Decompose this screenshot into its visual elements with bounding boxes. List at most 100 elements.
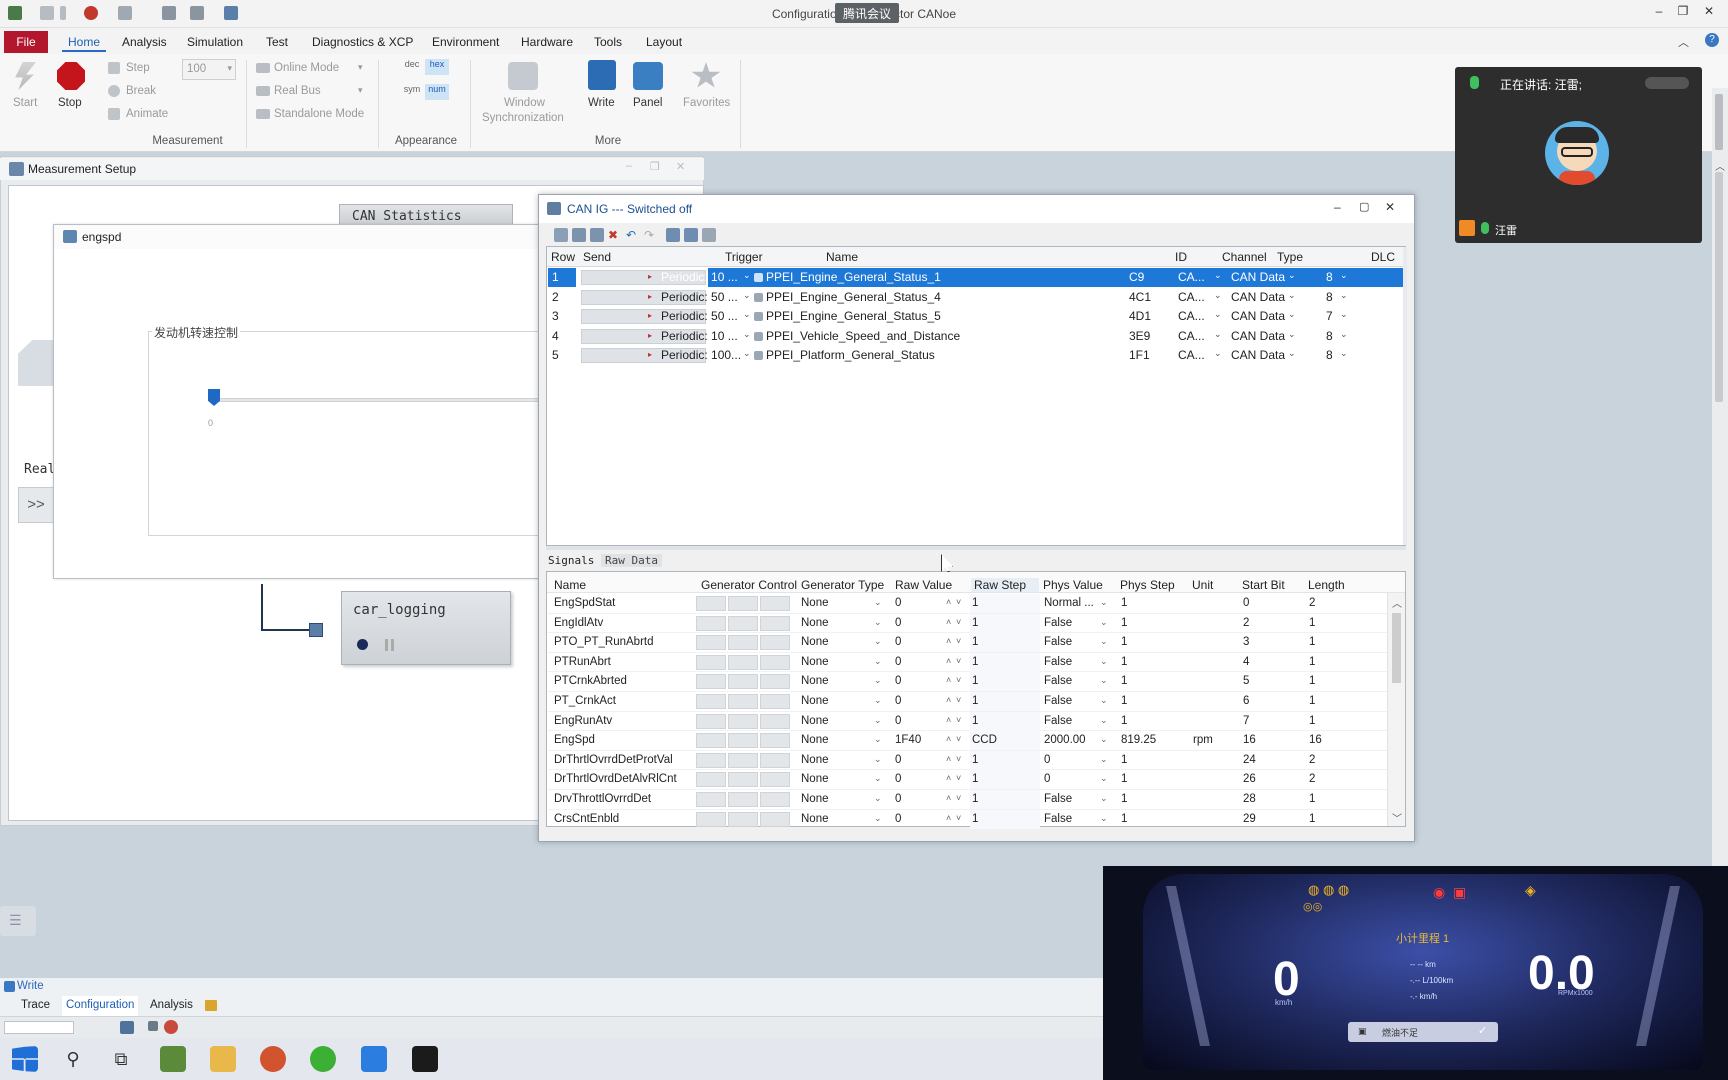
- signal-raw[interactable]: 0: [895, 793, 901, 805]
- signal-gen-type[interactable]: None: [801, 715, 829, 727]
- signal-raw-step[interactable]: 1: [972, 617, 978, 629]
- gen-config-button[interactable]: [760, 596, 790, 611]
- gen-stop-button[interactable]: [728, 654, 758, 670]
- gen-stop-button[interactable]: [728, 694, 758, 709]
- table-row[interactable]: ▸ 5 Periodic: 100... PPEI_Platform_General_…: [548, 346, 1404, 365]
- gen-play-button[interactable]: [696, 615, 726, 631]
- message-name[interactable]: PPEI_Platform_General_Status: [766, 348, 1096, 362]
- gen-stop-button[interactable]: [728, 615, 758, 631]
- spin-down-icon[interactable]: ˅: [956, 715, 961, 725]
- tab-diagnostics[interactable]: Diagnostics & XCP: [312, 35, 413, 49]
- signal-phys-step[interactable]: 1: [1121, 813, 1127, 825]
- help-icon[interactable]: ?: [1705, 33, 1719, 47]
- spin-up-icon[interactable]: ˄: [946, 754, 951, 764]
- tencent-meeting-icon[interactable]: [361, 1046, 387, 1072]
- message-name[interactable]: PPEI_Engine_General_Status_4: [766, 290, 1096, 304]
- gen-play-button[interactable]: [696, 596, 726, 611]
- video-app-icon[interactable]: [412, 1046, 438, 1072]
- gen-play-button[interactable]: [696, 694, 726, 709]
- signal-row[interactable]: PTO_PT_RunAbrtd None 0 1 False 1 3 1 ⌄ ˄ ˅ ⌄: [548, 633, 1388, 653]
- window-sync-label-2[interactable]: Synchronization: [482, 112, 564, 124]
- message-type[interactable]: CAN Data: [1231, 348, 1307, 362]
- gen-play-button[interactable]: [696, 752, 726, 768]
- minimize-button[interactable]: –: [626, 160, 632, 172]
- chevron-down-icon[interactable]: ⌄: [874, 813, 882, 824]
- write-button[interactable]: Write: [588, 97, 615, 109]
- minimize-button[interactable]: –: [1334, 200, 1341, 214]
- gen-stop-button[interactable]: [728, 596, 758, 611]
- expand-button[interactable]: >>: [18, 487, 54, 523]
- message-trigger[interactable]: Periodic: 10 ...: [661, 329, 747, 343]
- online-mode-button[interactable]: Online Mode: [274, 62, 339, 74]
- pause-icon[interactable]: [385, 639, 388, 651]
- chevron-down-icon[interactable]: ⌄: [1100, 754, 1108, 765]
- spin-down-icon[interactable]: ˅: [956, 754, 961, 764]
- gen-play-button[interactable]: [696, 733, 726, 749]
- signal-raw[interactable]: 0: [895, 754, 901, 766]
- gen-config-button[interactable]: [760, 772, 790, 788]
- tab-raw-data[interactable]: Raw Data: [601, 554, 662, 567]
- signal-gen-type[interactable]: None: [801, 656, 829, 668]
- signal-phys[interactable]: Normal ...: [1044, 597, 1094, 609]
- chevron-down-icon[interactable]: ⌄: [874, 734, 882, 745]
- message-id[interactable]: 3E9: [1129, 329, 1169, 343]
- spin-down-icon[interactable]: ˅: [956, 675, 961, 685]
- signal-row[interactable]: DrThrtlOvrrdDetProtVal None 0 1 0 1 24 2 ⌄ ˄ ˅ ⌄: [548, 750, 1388, 771]
- spin-up-icon[interactable]: ˄: [946, 773, 951, 783]
- message-id[interactable]: C9: [1129, 270, 1169, 284]
- message-trigger[interactable]: Periodic: 50 ...: [661, 290, 747, 304]
- scroll-down-icon[interactable]: ﹀: [1392, 810, 1402, 825]
- chevron-down-icon[interactable]: ⌄: [1340, 290, 1348, 301]
- message-scrollbar[interactable]: [1403, 247, 1407, 545]
- spin-up-icon[interactable]: ˄: [946, 793, 951, 803]
- signal-raw[interactable]: 0: [895, 695, 901, 707]
- signal-raw[interactable]: 0: [895, 597, 901, 609]
- tab-signals[interactable]: Signals: [548, 554, 594, 567]
- signal-row[interactable]: EngSpdStat None 0 1 Normal ... 1 0 2 ⌄ ˄ ˅ ⌄: [548, 594, 1388, 614]
- signal-phys-step[interactable]: 1: [1121, 617, 1127, 629]
- num-toggle[interactable]: num: [425, 84, 449, 100]
- signal-raw-step[interactable]: 1: [972, 656, 978, 668]
- signal-gen-type[interactable]: None: [801, 695, 829, 707]
- spin-down-icon[interactable]: ˅: [956, 695, 961, 705]
- gen-stop-button[interactable]: [728, 792, 758, 807]
- panel-button[interactable]: Panel: [633, 97, 662, 109]
- spin-up-icon[interactable]: ˄: [946, 734, 951, 744]
- chevron-down-icon[interactable]: ⌄: [874, 695, 882, 706]
- chevron-down-icon[interactable]: ⌄: [1288, 329, 1296, 340]
- chevron-down-icon[interactable]: ⌄: [1100, 636, 1108, 647]
- message-trigger[interactable]: Periodic: 10 ...: [661, 270, 747, 284]
- signal-gen-type[interactable]: None: [801, 675, 829, 687]
- spin-up-icon[interactable]: ˄: [946, 617, 951, 627]
- signal-phys[interactable]: False: [1044, 636, 1072, 648]
- message-name[interactable]: PPEI_Engine_General_Status_1: [766, 270, 1096, 284]
- maximize-button[interactable]: ▢: [1359, 200, 1369, 213]
- chevron-down-icon[interactable]: ⌄: [743, 270, 751, 281]
- search-icon[interactable]: ⚲: [60, 1046, 86, 1072]
- chevron-down-icon[interactable]: ⌄: [743, 348, 751, 359]
- signal-raw[interactable]: 1F40: [895, 734, 921, 746]
- paste-icon[interactable]: [684, 228, 698, 242]
- signal-phys-step[interactable]: 819.25: [1121, 734, 1156, 746]
- message-dlc[interactable]: 8: [1326, 348, 1340, 362]
- tab-test[interactable]: Test: [266, 35, 288, 49]
- gen-play-button[interactable]: [696, 811, 726, 827]
- message-id[interactable]: 1F1: [1129, 348, 1169, 362]
- message-trigger[interactable]: Periodic: 50 ...: [661, 309, 747, 323]
- standalone-mode-button[interactable]: Standalone Mode: [274, 108, 364, 120]
- chevron-down-icon[interactable]: ⌄: [1214, 270, 1222, 281]
- signal-gen-type[interactable]: None: [801, 754, 829, 766]
- settings-icon[interactable]: [702, 228, 716, 242]
- message-name[interactable]: PPEI_Engine_General_Status_5: [766, 309, 1096, 323]
- signal-phys[interactable]: False: [1044, 695, 1072, 707]
- record-icon[interactable]: [357, 639, 368, 650]
- signal-gen-type[interactable]: None: [801, 813, 829, 825]
- spin-up-icon[interactable]: ˄: [946, 813, 951, 823]
- sym-toggle[interactable]: sym: [401, 84, 423, 100]
- signal-gen-type[interactable]: None: [801, 773, 829, 785]
- gen-stop-button[interactable]: [728, 733, 758, 749]
- delete-icon[interactable]: ✖: [608, 228, 622, 242]
- hex-toggle[interactable]: hex: [425, 59, 449, 75]
- chevron-down-icon[interactable]: ⌄: [1100, 617, 1108, 628]
- tab-configuration[interactable]: Configuration: [62, 996, 139, 1016]
